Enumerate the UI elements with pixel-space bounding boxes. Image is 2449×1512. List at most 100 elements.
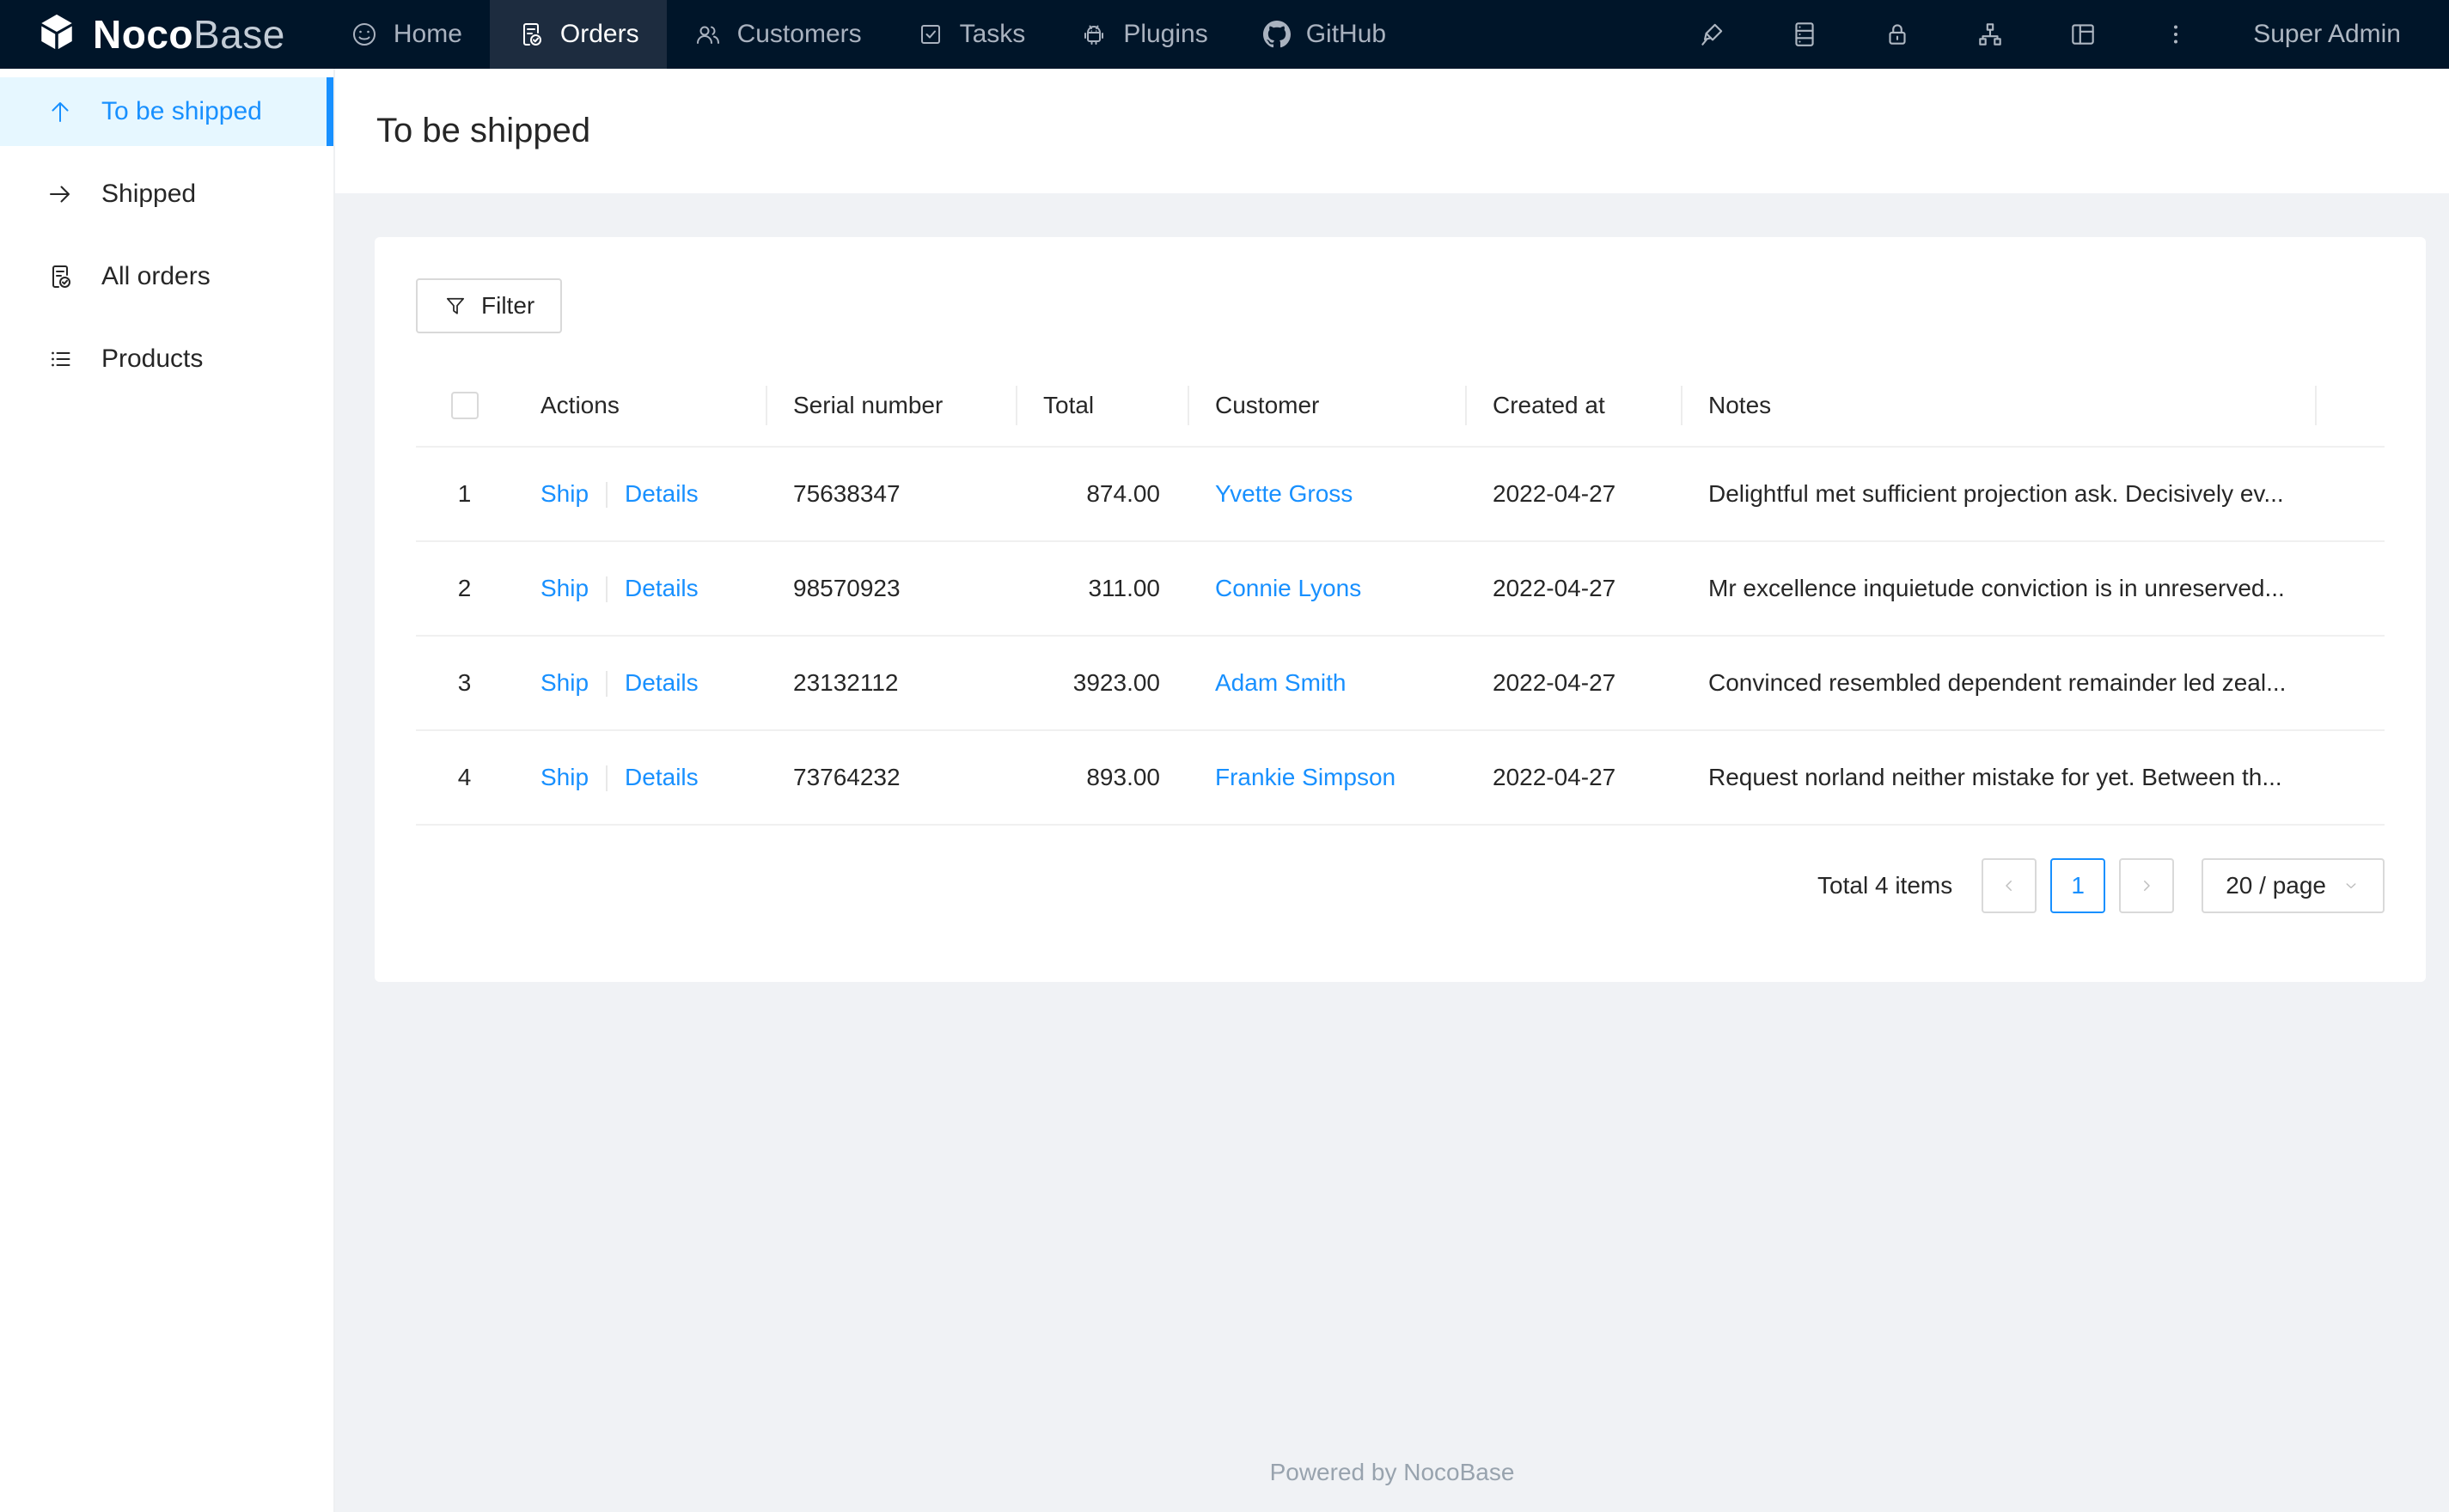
nocobase-logo-icon	[34, 11, 79, 58]
top-navbar: NocoBase Home Orders Customers Tasks Plu…	[0, 0, 2449, 69]
sidebar-item-to-be-shipped[interactable]: To be shipped	[0, 77, 333, 146]
total-cell: 893.00	[1016, 730, 1188, 826]
sidebar-item-label: Products	[101, 344, 204, 373]
page-size-value: 20 / page	[2226, 872, 2326, 899]
customer-cell: Yvette Gross	[1188, 447, 1465, 542]
main-menu: Home Orders Customers Tasks Plugins GitH…	[323, 0, 1414, 69]
nav-item-label: GitHub	[1305, 20, 1387, 48]
row-actions: Ship Details	[513, 447, 766, 542]
filter-button[interactable]: Filter	[416, 278, 563, 333]
nav-item-customers[interactable]: Customers	[667, 0, 889, 69]
column-header-actions: Actions	[513, 364, 766, 448]
total-cell: 3923.00	[1016, 636, 1188, 731]
chevron-down-icon	[2346, 883, 2356, 889]
check-square-icon	[920, 25, 940, 44]
nav-item-label: Customers	[736, 20, 862, 48]
notes-cell: Convinced resembled dependent remainder …	[1681, 636, 2315, 731]
arrow-right-icon	[50, 186, 70, 203]
column-header-total: Total	[1016, 364, 1188, 448]
details-link[interactable]: Details	[625, 669, 699, 696]
serial-number-cell: 75638347	[766, 447, 1016, 542]
customer-cell: Adam Smith	[1188, 636, 1465, 731]
ship-link[interactable]: Ship	[540, 480, 589, 507]
nav-item-github[interactable]: GitHub	[1236, 0, 1414, 69]
more-icon[interactable]	[2160, 19, 2191, 50]
ship-link[interactable]: Ship	[540, 575, 589, 601]
apartment-icon[interactable]	[1975, 19, 2006, 50]
content-area: Filter Actions Serial number Total Custo…	[335, 193, 2449, 1436]
row-actions: Ship Details	[513, 730, 766, 826]
action-divider	[606, 765, 608, 792]
sidebar-item-products[interactable]: Products	[0, 325, 333, 393]
page-header: To be shipped	[335, 69, 2449, 193]
next-page-button[interactable]	[2119, 858, 2175, 913]
notes-cell: Mr excellence inquietude conviction is i…	[1681, 541, 2315, 637]
table-row: 4 Ship Details 73764232 893.00 Frankie Si…	[416, 730, 2385, 826]
orders-card: Filter Actions Serial number Total Custo…	[375, 237, 2426, 982]
created-at-cell: 2022-04-27	[1465, 541, 1681, 637]
customer-link[interactable]: Connie Lyons	[1215, 575, 1361, 601]
serial-number-cell: 73764232	[766, 730, 1016, 826]
customer-link[interactable]: Frankie Simpson	[1215, 764, 1396, 790]
serial-number-cell: 98570923	[766, 541, 1016, 637]
pagination-total: Total 4 items	[1817, 872, 1953, 899]
table-row: 1 Ship Details 75638347 874.00 Yvette Gro…	[416, 447, 2385, 542]
row-actions: Ship Details	[513, 636, 766, 731]
empty-cell	[2315, 447, 2385, 542]
row-index: 3	[416, 636, 513, 731]
sidebar-item-label: Shipped	[101, 180, 197, 208]
row-index: 1	[416, 447, 513, 542]
navbar-spacer	[1414, 0, 1696, 69]
column-header-created-at: Created at	[1465, 364, 1681, 448]
customer-link[interactable]: Yvette Gross	[1215, 480, 1353, 507]
chevron-right-icon	[2144, 881, 2150, 891]
nav-item-label: Orders	[559, 20, 639, 48]
customer-link[interactable]: Adam Smith	[1215, 669, 1347, 696]
unordered-list-icon	[52, 351, 70, 367]
created-at-cell: 2022-04-27	[1465, 730, 1681, 826]
action-divider	[606, 482, 608, 509]
ship-link[interactable]: Ship	[540, 669, 589, 696]
details-link[interactable]: Details	[625, 480, 699, 507]
nocobase-logo[interactable]: NocoBase	[0, 0, 323, 69]
sidebar-item-shipped[interactable]: Shipped	[0, 160, 333, 229]
logo-text: NocoBase	[93, 12, 285, 57]
details-link[interactable]: Details	[625, 575, 699, 601]
chevron-left-icon	[2006, 881, 2012, 891]
empty-cell	[2315, 541, 2385, 637]
sidebar: To be shipped Shipped All orders Product…	[0, 69, 335, 1512]
highlight-icon[interactable]	[1696, 19, 1727, 50]
table-header-row: Actions Serial number Total Customer Cre…	[416, 364, 2385, 448]
prev-page-button[interactable]	[1982, 858, 2037, 913]
row-index: 4	[416, 730, 513, 826]
nav-item-home[interactable]: Home	[323, 0, 490, 69]
column-header-empty	[2315, 364, 2385, 448]
select-all-checkbox[interactable]	[450, 391, 479, 419]
nav-item-orders[interactable]: Orders	[489, 0, 667, 69]
created-at-cell: 2022-04-27	[1465, 636, 1681, 731]
details-link[interactable]: Details	[625, 764, 699, 790]
nav-item-label: Plugins	[1123, 20, 1208, 48]
nav-item-tasks[interactable]: Tasks	[889, 0, 1053, 69]
notes-cell: Request norland neither mistake for yet.…	[1681, 730, 2315, 826]
user-menu[interactable]: Super Admin	[2253, 20, 2401, 49]
column-header-customer: Customer	[1188, 364, 1465, 448]
column-header-serial-number: Serial number	[766, 364, 1016, 448]
layout-icon[interactable]	[2067, 19, 2098, 50]
total-cell: 874.00	[1016, 447, 1188, 542]
page-footer: Powered by NocoBase	[1269, 1459, 1515, 1485]
ship-link[interactable]: Ship	[540, 764, 589, 790]
action-divider	[606, 671, 608, 698]
empty-cell	[2315, 730, 2385, 826]
page-size-select[interactable]: 20 / page	[2202, 858, 2385, 913]
nav-item-label: Tasks	[959, 20, 1026, 48]
lock-icon[interactable]	[1882, 19, 1913, 50]
database-icon[interactable]	[1789, 19, 1820, 50]
nav-item-plugins[interactable]: Plugins	[1053, 0, 1235, 69]
nav-item-label: Home	[393, 20, 462, 48]
sidebar-item-all-orders[interactable]: All orders	[0, 242, 333, 311]
android-icon	[1084, 25, 1104, 45]
empty-cell	[2315, 636, 2385, 731]
total-cell: 311.00	[1016, 541, 1188, 637]
page-1-button[interactable]: 1	[2050, 858, 2106, 913]
